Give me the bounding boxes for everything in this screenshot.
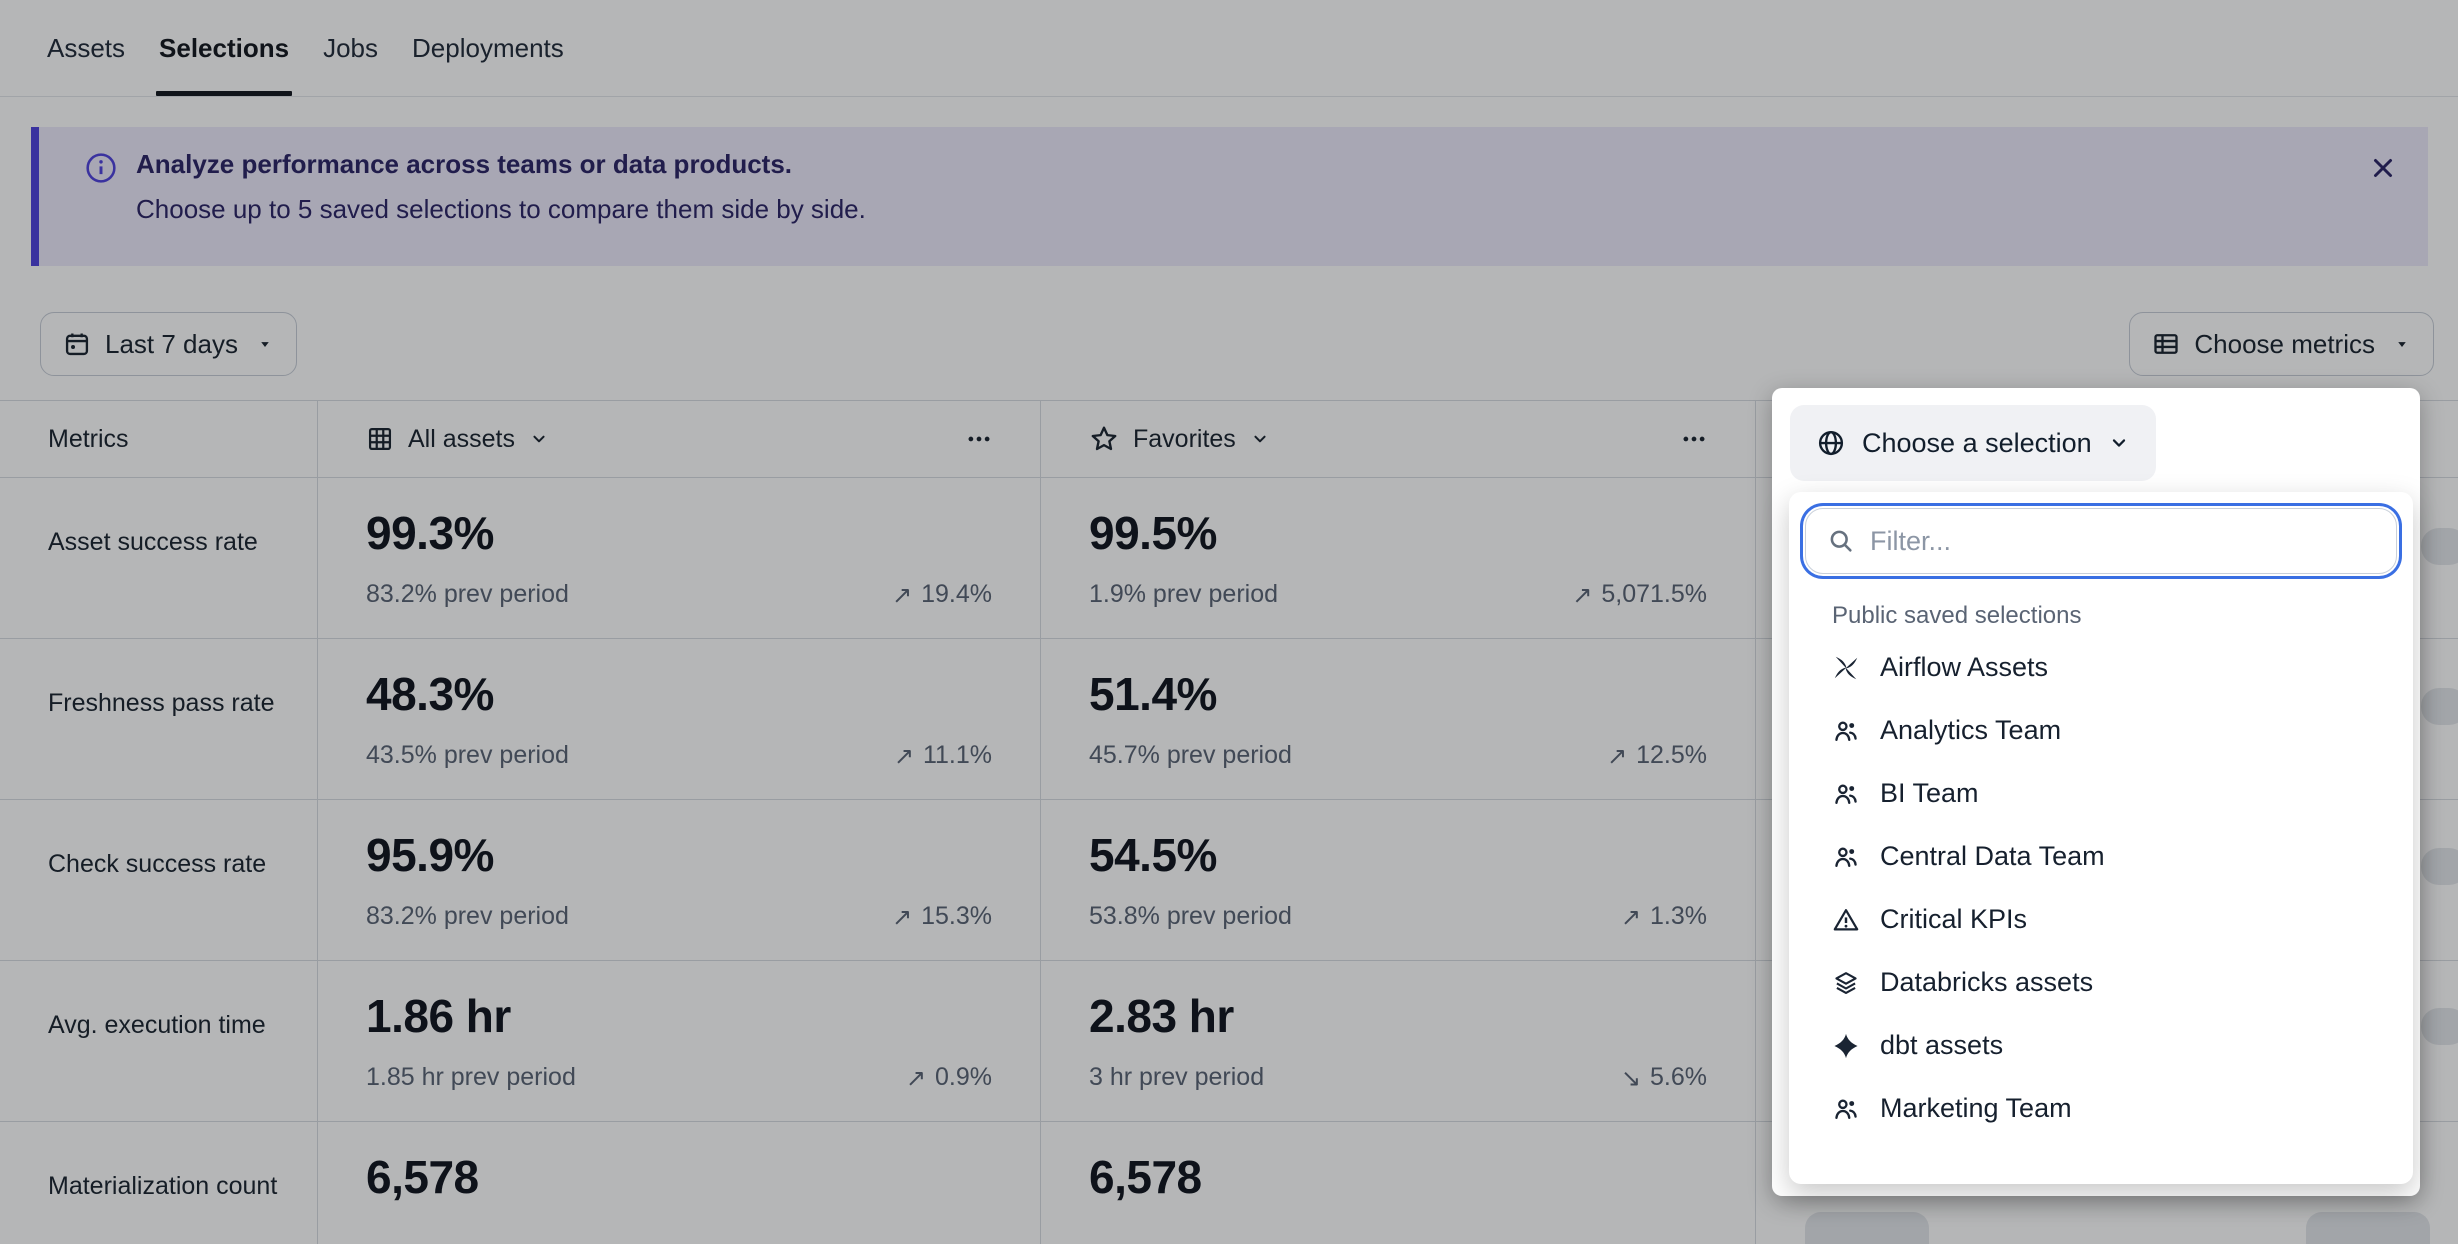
selection-item-analytics-team[interactable]: Analytics Team	[1805, 699, 2397, 762]
selection-dropdown: Public saved selections Airflow Assets A…	[1789, 492, 2413, 1184]
globe-icon	[1816, 428, 1846, 458]
selection-item-label: Critical KPIs	[1880, 904, 2027, 935]
selection-item-databricks-assets[interactable]: Databricks assets	[1805, 951, 2397, 1014]
selection-panel: Choose a selection Public saved selectio…	[1772, 388, 2420, 1196]
airflow-icon	[1832, 654, 1860, 682]
selection-item-label: BI Team	[1880, 778, 1979, 809]
people-icon	[1832, 1095, 1860, 1123]
filter-input[interactable]	[1805, 508, 2397, 574]
people-icon	[1832, 717, 1860, 745]
selection-item-critical-kpis[interactable]: Critical KPIs	[1805, 888, 2397, 951]
selection-item-bi-team[interactable]: BI Team	[1805, 762, 2397, 825]
choose-selection-button[interactable]: Choose a selection	[1790, 405, 2156, 481]
selection-item-marketing-team[interactable]: Marketing Team	[1805, 1077, 2397, 1140]
people-icon	[1832, 843, 1860, 871]
layers-icon	[1832, 969, 1860, 997]
dbt-icon	[1832, 1032, 1860, 1060]
selection-item-label: dbt assets	[1880, 1030, 2003, 1061]
selection-item-label: Analytics Team	[1880, 715, 2061, 746]
selection-item-label: Marketing Team	[1880, 1093, 2072, 1124]
search-icon	[1827, 527, 1855, 555]
selection-item-label: Databricks assets	[1880, 967, 2093, 998]
selection-item-label: Airflow Assets	[1880, 652, 2048, 683]
filter-field	[1805, 508, 2397, 574]
selection-item-dbt-assets[interactable]: dbt assets	[1805, 1014, 2397, 1077]
warning-icon	[1832, 906, 1860, 934]
selection-item-central-data-team[interactable]: Central Data Team	[1805, 825, 2397, 888]
people-icon	[1832, 780, 1860, 808]
choose-selection-label: Choose a selection	[1862, 428, 2092, 459]
selection-item-label: Central Data Team	[1880, 841, 2105, 872]
insights-page: Assets Selections Jobs Deployments Analy…	[0, 0, 2458, 1244]
section-label: Public saved selections	[1832, 602, 2397, 630]
chevron-down-icon	[2108, 432, 2130, 454]
selection-item-airflow-assets[interactable]: Airflow Assets	[1805, 636, 2397, 699]
